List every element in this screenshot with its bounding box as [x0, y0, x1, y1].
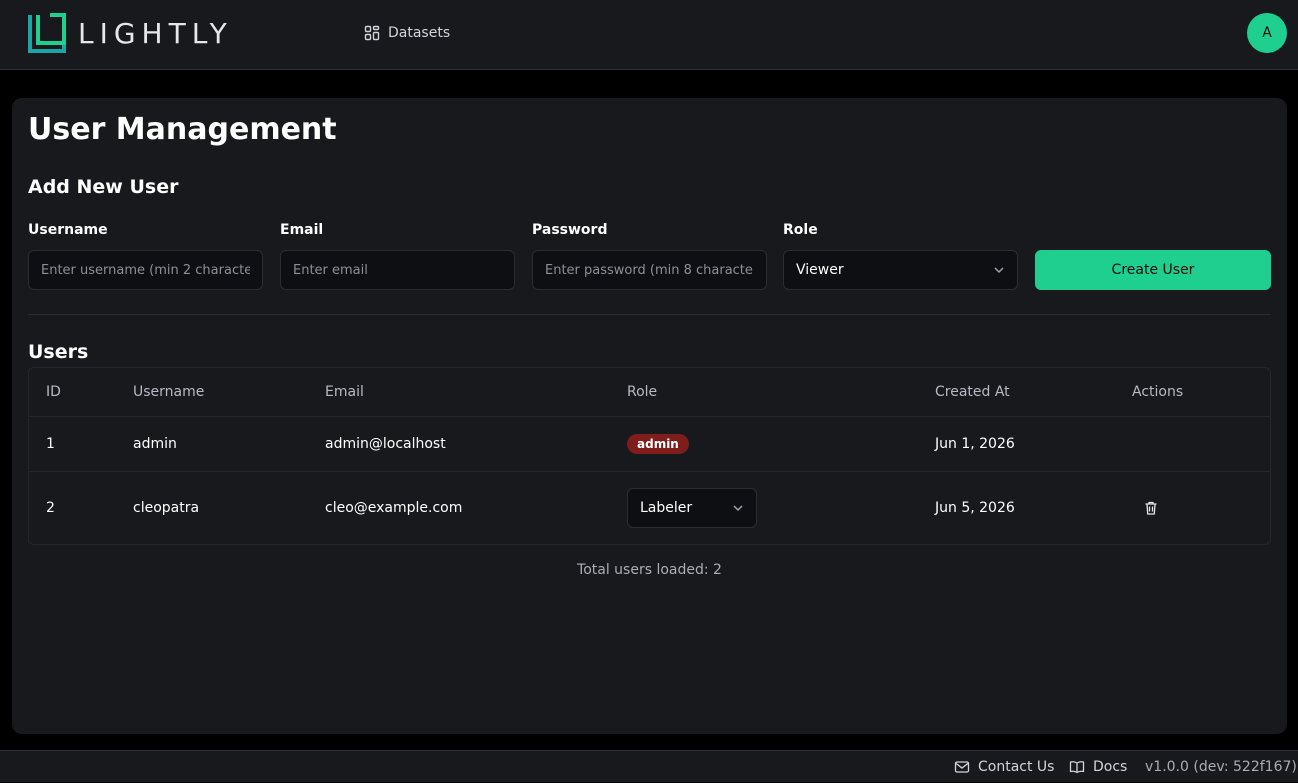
- role-select[interactable]: Viewer: [783, 250, 1018, 290]
- column-header-email[interactable]: Email: [325, 368, 364, 416]
- user-id: 2: [46, 500, 55, 516]
- user-id: 1: [46, 436, 55, 452]
- grid-icon: [364, 25, 380, 41]
- contact-us-label: Contact Us: [978, 759, 1055, 775]
- nav-datasets-link[interactable]: Datasets: [364, 22, 450, 44]
- column-header-role[interactable]: Role: [627, 368, 657, 416]
- role-select-cell: Labeler: [627, 472, 757, 544]
- user-created-at: Jun 1, 2026: [935, 436, 1015, 452]
- password-input[interactable]: [532, 250, 767, 290]
- user-role-value: Labeler: [640, 500, 693, 516]
- user-avatar[interactable]: A: [1247, 13, 1287, 53]
- email-label: Email: [280, 222, 324, 238]
- version-text: v1.0.0 (dev: 522f167): [1145, 759, 1297, 775]
- add-user-section-title: Add New User: [28, 176, 179, 198]
- user-email: cleo@example.com: [325, 500, 463, 516]
- total-users-text: Total users loaded: 2: [577, 562, 722, 578]
- nav-datasets-label: Datasets: [388, 25, 451, 41]
- trash-icon: [1145, 501, 1157, 515]
- contact-us-link[interactable]: Contact Us: [954, 751, 1054, 783]
- user-role-select[interactable]: Labeler: [627, 488, 757, 528]
- chevron-down-icon: [733, 505, 743, 512]
- lightly-logo[interactable]: LIGHTLY: [28, 13, 233, 53]
- docs-link[interactable]: Docs: [1069, 751, 1127, 783]
- column-header-created-at[interactable]: Created At: [935, 368, 1010, 416]
- page-title: User Management: [28, 112, 337, 147]
- username-input[interactable]: [28, 250, 263, 290]
- user-username: cleopatra: [133, 500, 200, 516]
- username-label: Username: [28, 222, 108, 238]
- table-row: 1 admin admin@localhost admin Jun 1, 202…: [29, 417, 1270, 472]
- book-icon: [1069, 761, 1085, 774]
- docs-label: Docs: [1093, 759, 1128, 775]
- section-divider: [28, 314, 1271, 315]
- user-email: admin@localhost: [325, 436, 446, 452]
- chevron-down-icon: [994, 267, 1004, 274]
- user-username: admin: [133, 436, 177, 452]
- user-management-panel: User Management Add New User Username Em…: [12, 98, 1287, 734]
- password-label: Password: [532, 222, 608, 238]
- users-table: ID Username Email Role Created At Action…: [28, 367, 1271, 545]
- role-label: Role: [783, 222, 818, 238]
- column-header-id[interactable]: ID: [46, 368, 61, 416]
- column-header-username[interactable]: Username: [133, 368, 204, 416]
- role-badge-cell: admin: [627, 417, 689, 471]
- footer-bar: Contact Us Docs v1.0.0 (dev: 522f167): [0, 750, 1298, 782]
- delete-user-button[interactable]: [1143, 472, 1159, 544]
- users-section-title: Users: [28, 341, 89, 363]
- table-row: 2 cleopatra cleo@example.com Labeler Jun…: [29, 472, 1270, 544]
- top-bar: LIGHTLY Datasets A: [0, 0, 1298, 70]
- admin-role-badge: admin: [627, 434, 689, 454]
- user-created-at: Jun 5, 2026: [935, 500, 1015, 516]
- table-header-row: ID Username Email Role Created At Action…: [29, 368, 1270, 417]
- create-user-button[interactable]: Create User: [1035, 250, 1271, 290]
- logo-text: LIGHTLY: [78, 16, 233, 50]
- column-header-actions: Actions: [1132, 384, 1184, 400]
- email-input[interactable]: [280, 250, 515, 290]
- role-select-value: Viewer: [796, 262, 844, 278]
- mail-icon: [954, 761, 970, 773]
- logo-mark-icon: [28, 13, 66, 53]
